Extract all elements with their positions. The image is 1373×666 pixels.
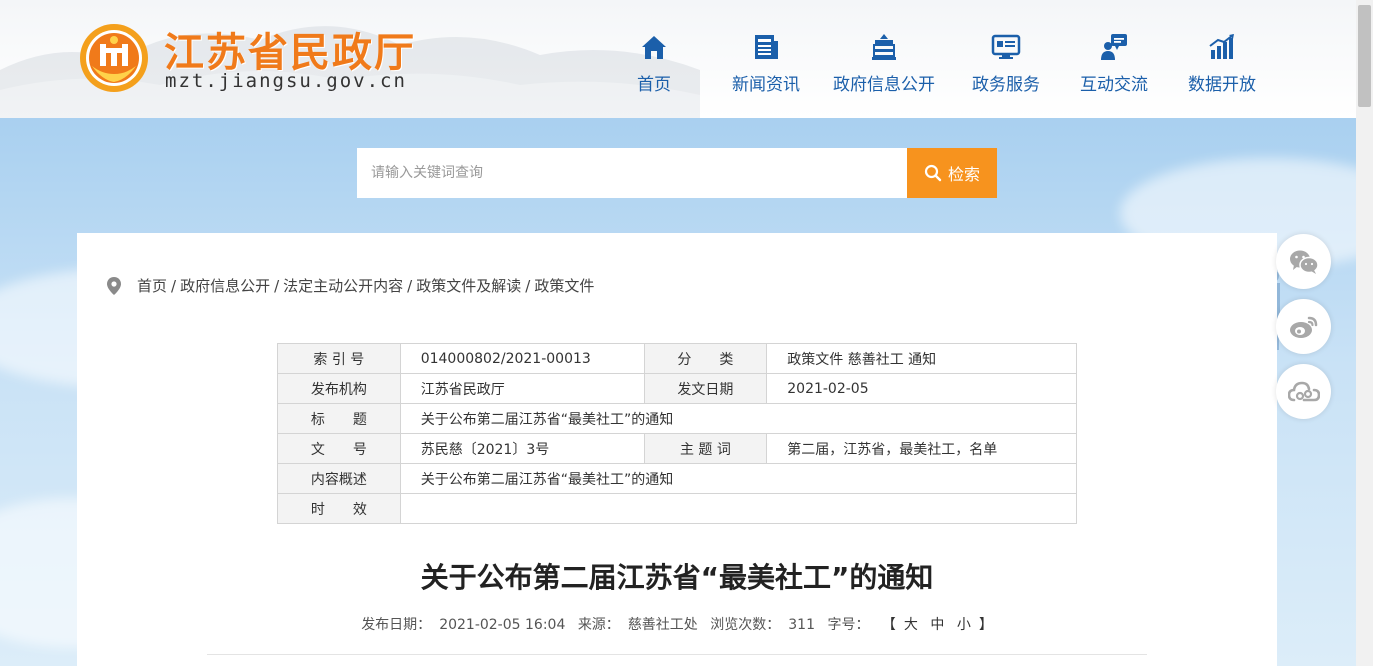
- page-scrollbar[interactable]: [1356, 0, 1373, 666]
- meta-value-issue-date: 2021-02-05: [766, 373, 1077, 404]
- search-icon: [924, 164, 942, 182]
- meta-key-category: 分 类: [643, 343, 768, 374]
- nav-item-news[interactable]: 新闻资讯: [710, 32, 822, 95]
- table-row: 发布机构 江苏省民政厅 发文日期 2021-02-05: [277, 373, 1077, 404]
- weibo-icon: [1289, 316, 1317, 338]
- site-domain: mzt.jiangsu.gov.cn: [165, 70, 407, 92]
- search-input[interactable]: [357, 148, 907, 198]
- meta-key-summary: 内容概述: [277, 463, 401, 494]
- home-icon: [642, 36, 666, 59]
- font-size-large[interactable]: 大: [904, 617, 918, 633]
- meta-key-validity: 时 效: [277, 493, 401, 524]
- meta-key-publisher: 发布机构: [277, 373, 401, 404]
- nav-item-gov-info[interactable]: 政府信息公开: [816, 32, 952, 95]
- document-meta-table: 索 引 号 014000802/2021-00013 分 类 政策文件 慈善社工…: [277, 343, 1078, 524]
- views-count: 311: [788, 617, 815, 633]
- government-building-icon: [872, 34, 896, 60]
- meta-key-doc-number: 文 号: [277, 433, 401, 464]
- meta-value-category: 政策文件 慈善社工 通知: [766, 343, 1077, 374]
- meta-value-publisher: 江苏省民政厅: [399, 373, 645, 404]
- meta-key-issue-date: 发文日期: [643, 373, 768, 404]
- meta-key-index: 索 引 号: [277, 343, 401, 374]
- meta-value-summary: 关于公布第二届江苏省“最美社工”的通知: [399, 463, 1078, 494]
- nav-label: 政府信息公开: [833, 75, 935, 95]
- meta-value-doc-number: 苏民慈〔2021〕3号: [399, 433, 645, 464]
- breadcrumb-statutory[interactable]: 法定主动公开内容: [283, 275, 403, 296]
- nav-item-services[interactable]: 政务服务: [958, 32, 1054, 95]
- meta-value-title: 关于公布第二届江苏省“最美社工”的通知: [399, 403, 1078, 434]
- font-size-medium[interactable]: 中: [930, 617, 944, 633]
- article-info-bar: 发布日期： 2021-02-05 16:04 来源： 慈善社工处 浏览次数： 311 …: [0, 614, 1354, 634]
- font-size-small[interactable]: 小: [957, 617, 971, 633]
- nav-label: 数据开放: [1188, 75, 1256, 95]
- breadcrumb-separator: /: [525, 276, 531, 295]
- breadcrumb-separator: /: [407, 276, 413, 295]
- breadcrumb: 首页 / 政府信息公开 / 法定主动公开内容 / 政策文件及解读 / 政策文件: [107, 275, 594, 296]
- share-weibo-button[interactable]: [1276, 299, 1331, 354]
- source-value: 慈善社工处: [627, 617, 698, 633]
- meta-value-validity: [399, 493, 1078, 524]
- divider: [207, 654, 1147, 655]
- meta-value-keywords: 第二届，江苏省，最美社工，名单: [766, 433, 1077, 464]
- meta-key-title: 标 题: [277, 403, 401, 434]
- date-label: 发布日期：: [361, 617, 432, 633]
- source-label: 来源：: [577, 617, 620, 633]
- publish-date: 2021-02-05 16:04: [439, 617, 566, 633]
- location-pin-icon: [107, 276, 121, 295]
- table-row: 索 引 号 014000802/2021-00013 分 类 政策文件 慈善社工…: [277, 343, 1077, 374]
- breadcrumb-separator: /: [171, 276, 177, 295]
- nav-item-interaction[interactable]: 互动交流: [1066, 32, 1162, 95]
- nav-label: 政务服务: [972, 75, 1040, 95]
- news-icon: [755, 35, 778, 59]
- breadcrumb-gov-info[interactable]: 政府信息公开: [180, 275, 270, 296]
- data-chart-icon: [1209, 34, 1234, 59]
- table-row: 文 号 苏民慈〔2021〕3号 主 题 词 第二届，江苏省，最美社工，名单: [277, 433, 1077, 464]
- share-link-button[interactable]: [1276, 364, 1331, 419]
- service-monitor-icon: [991, 34, 1021, 59]
- breadcrumb-policy-interpretation[interactable]: 政策文件及解读: [416, 275, 521, 296]
- interaction-icon: [1101, 34, 1127, 60]
- nav-item-open-data[interactable]: 数据开放: [1174, 32, 1270, 95]
- font-size-bracket-open: 【: [881, 617, 896, 633]
- scrollbar-thumb[interactable]: [1358, 5, 1371, 107]
- nav-label: 互动交流: [1080, 75, 1148, 95]
- breadcrumb-separator: /: [274, 276, 280, 295]
- wechat-icon: [1289, 250, 1319, 274]
- meta-value-index: 014000802/2021-00013: [399, 343, 645, 374]
- table-row: 时 效: [277, 493, 1078, 524]
- font-size-bracket-close: 】: [978, 617, 993, 633]
- share-link-icon: [1287, 381, 1320, 401]
- search-button[interactable]: 检索: [907, 148, 997, 198]
- nav-item-home[interactable]: 首页: [620, 32, 688, 95]
- nav-label: 首页: [637, 75, 671, 95]
- main-nav: 首页 新闻资讯 政府信息公开 政务服务 互动交流 数据开放: [620, 32, 1270, 95]
- nav-label: 新闻资讯: [732, 75, 800, 95]
- article-title: 关于公布第二届江苏省“最美社工”的通知: [420, 561, 934, 594]
- font-size-label: 字号：: [827, 617, 870, 633]
- breadcrumb-policy-docs[interactable]: 政策文件: [534, 275, 594, 296]
- breadcrumb-home[interactable]: 首页: [137, 275, 167, 296]
- views-label: 浏览次数：: [710, 617, 781, 633]
- site-header: 江苏省民政厅 mzt.jiangsu.gov.cn 首页 新闻资讯 政府信息公开…: [0, 0, 1356, 118]
- table-row: 内容概述 关于公布第二届江苏省“最美社工”的通知: [277, 463, 1078, 494]
- share-wechat-button[interactable]: [1276, 234, 1331, 289]
- search-button-label: 检索: [947, 165, 980, 184]
- meta-key-keywords: 主 题 词: [643, 433, 768, 464]
- logo-icon[interactable]: [78, 22, 150, 94]
- table-row: 标 题 关于公布第二届江苏省“最美社工”的通知: [277, 403, 1078, 434]
